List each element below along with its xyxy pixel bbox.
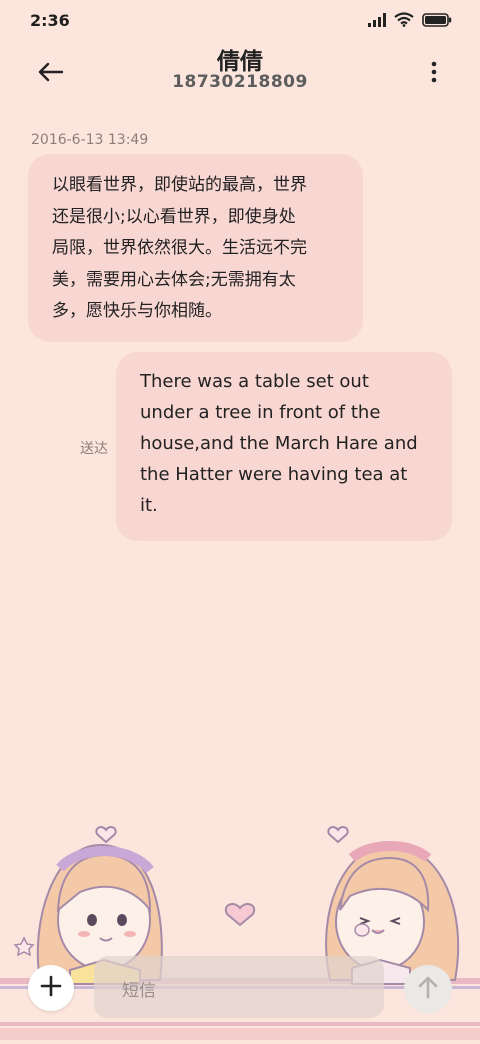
incoming-message-bubble[interactable]: 以眼看世界，即使站的最高，世界 还是很小;以心看世界，即使身处 局限，世界依然很… [28, 154, 363, 342]
outgoing-message-text: There was a table set out under a tree i… [140, 371, 418, 516]
message-input[interactable]: 短信 [94, 956, 384, 1018]
more-options-button[interactable] [424, 56, 444, 92]
battery-icon [422, 12, 452, 31]
outgoing-message-bubble[interactable]: There was a table set out under a tree i… [116, 352, 452, 541]
incoming-message-text: 以眼看世界，即使站的最高，世界 还是很小;以心看世界，即使身处 局限，世界依然很… [52, 175, 307, 321]
signal-icon [368, 12, 386, 31]
send-arrow-icon [417, 975, 439, 1003]
conversation-header: 倩倩 18730218809 [0, 42, 480, 114]
message-input-placeholder: 短信 [122, 981, 156, 1001]
send-button[interactable] [404, 965, 452, 1013]
delivery-status: 送达 [80, 441, 108, 457]
wifi-icon [394, 12, 414, 31]
more-vertical-icon [431, 61, 437, 87]
status-bar: 2:36 [0, 0, 480, 42]
contact-number: 18730218809 [172, 72, 308, 92]
status-time: 2:36 [30, 11, 70, 30]
contact-name: 倩倩 [217, 49, 263, 75]
add-attachment-button[interactable] [28, 965, 74, 1011]
status-icons [368, 12, 452, 31]
plus-icon [40, 975, 62, 1001]
message-timestamp: 2016-6-13 13:49 [31, 132, 149, 148]
